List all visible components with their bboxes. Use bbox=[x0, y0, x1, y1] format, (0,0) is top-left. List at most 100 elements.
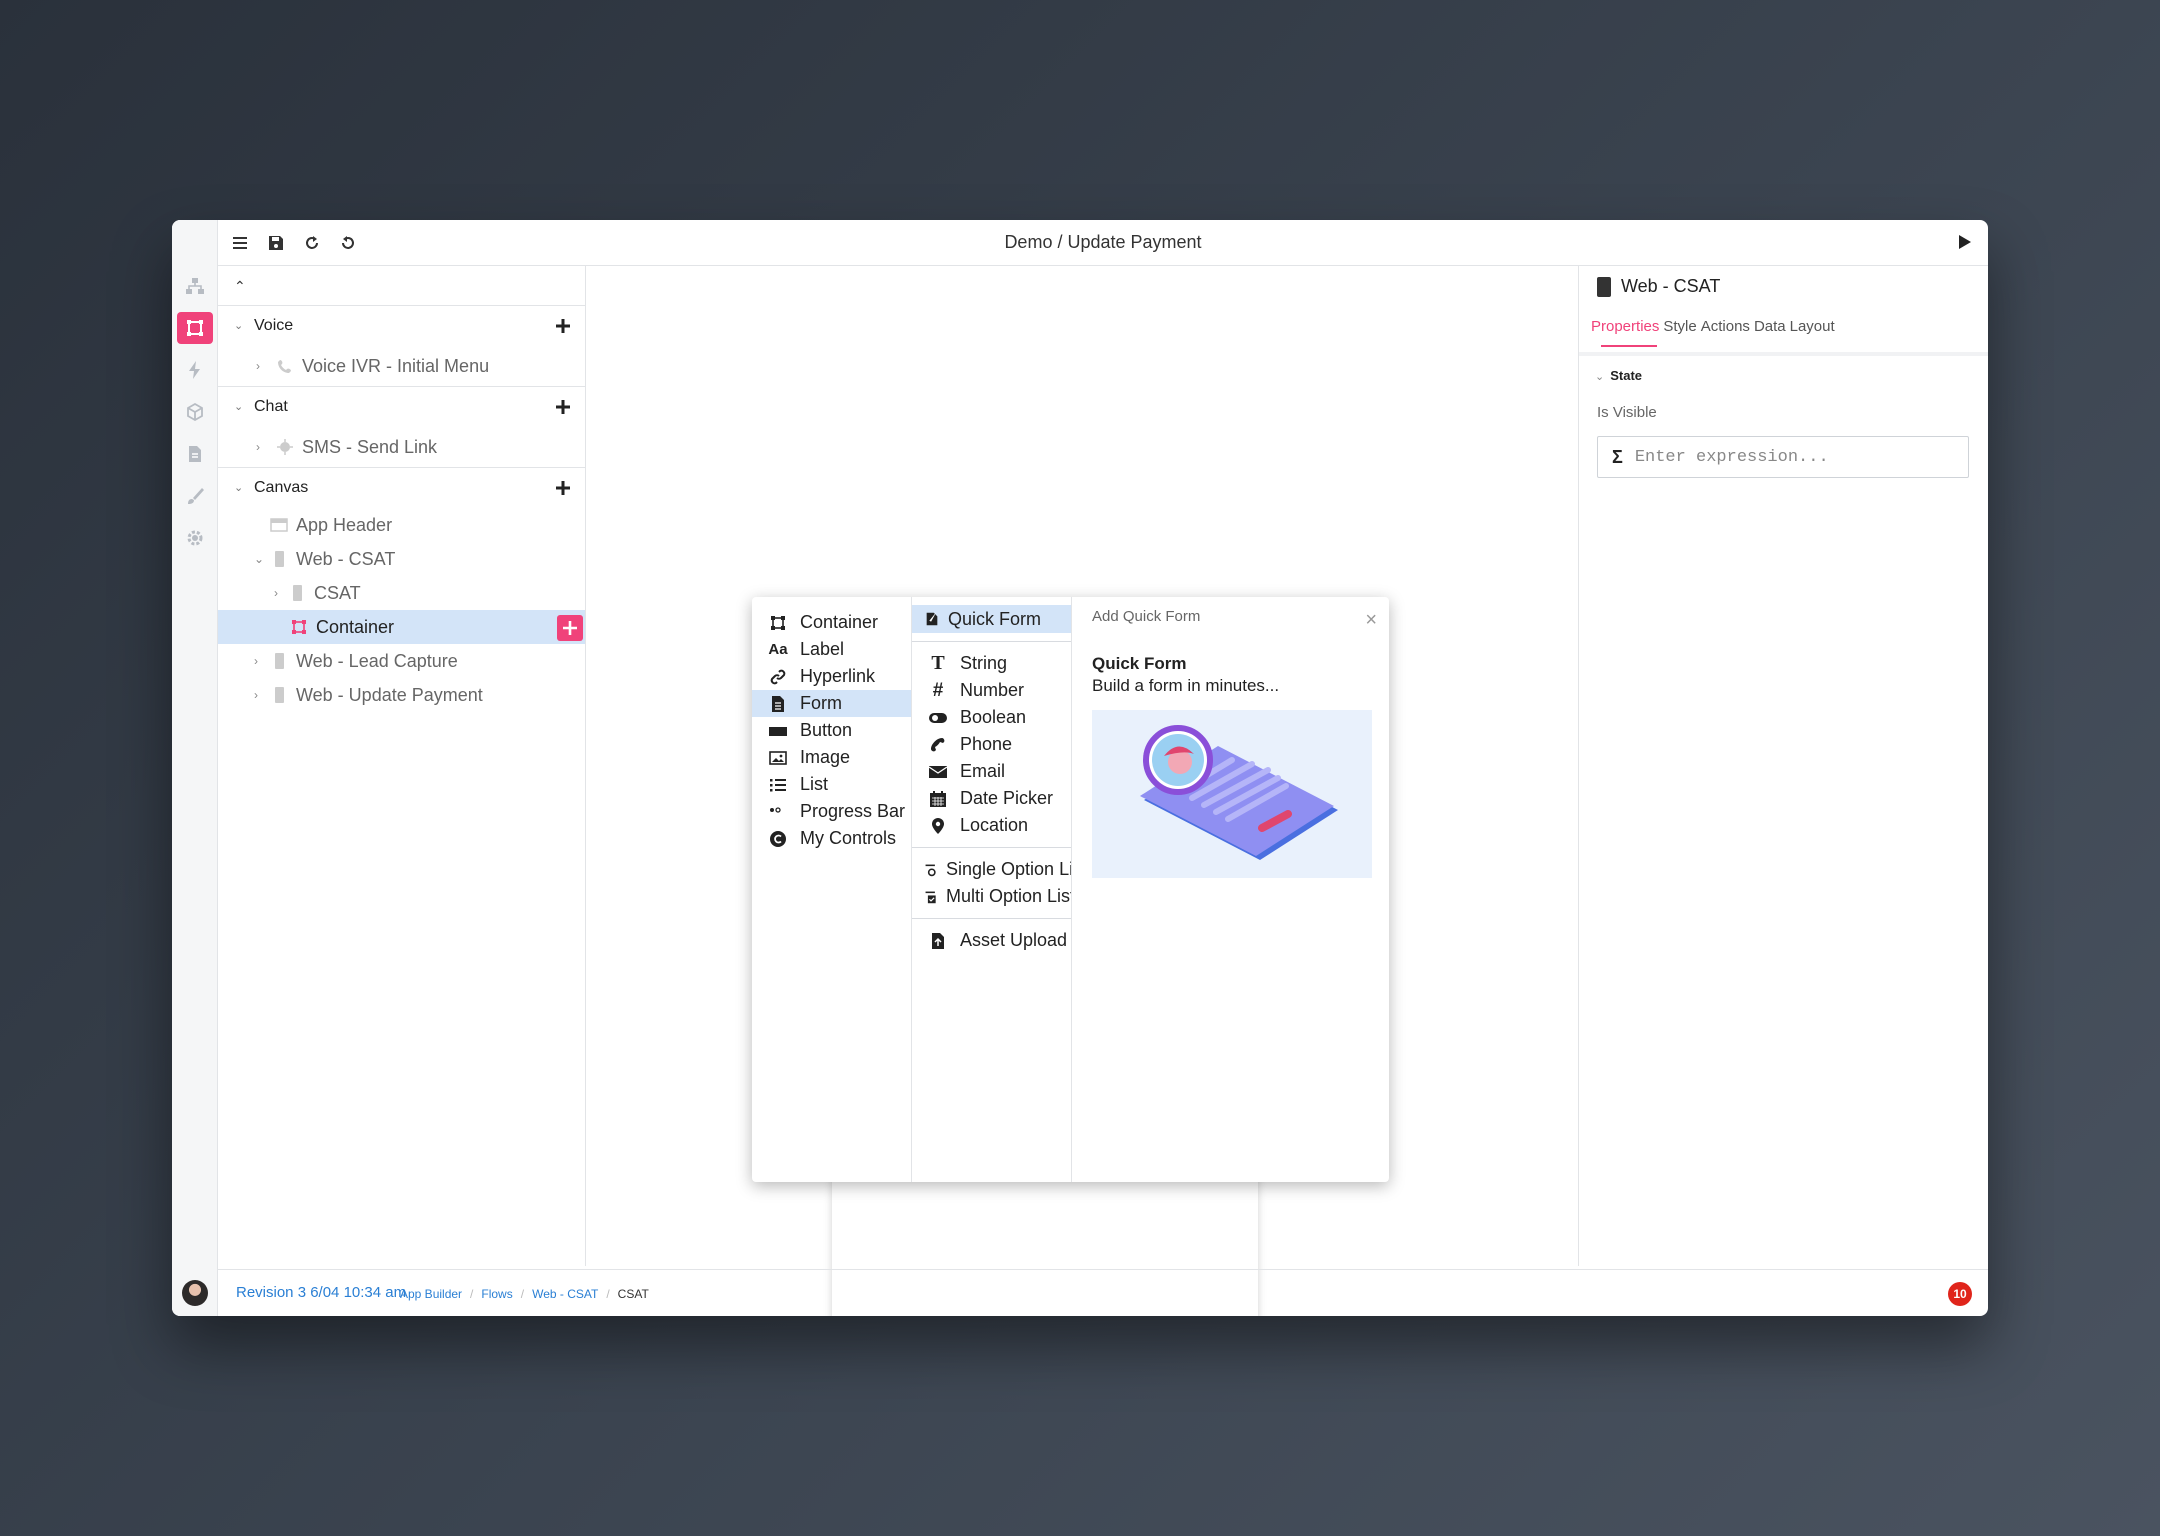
divider bbox=[912, 918, 1071, 919]
tree-item[interactable]: App Header bbox=[218, 508, 585, 542]
play-icon[interactable] bbox=[1954, 232, 1974, 252]
phone-icon bbox=[928, 735, 948, 755]
tree-item[interactable]: › Web - Lead Capture bbox=[218, 644, 585, 678]
tab-style[interactable]: Style bbox=[1663, 318, 1700, 335]
add-child-button[interactable] bbox=[557, 615, 583, 641]
divider bbox=[1579, 352, 1988, 356]
state-section[interactable]: ⌄ State bbox=[1595, 368, 1642, 383]
detail-description: Build a form in minutes... bbox=[1092, 676, 1280, 695]
control-item[interactable]: Button bbox=[752, 717, 911, 744]
sitemap-icon[interactable] bbox=[177, 270, 213, 302]
form-field-item[interactable]: Multi Option List bbox=[912, 883, 1071, 910]
control-item[interactable]: Aa Label bbox=[752, 636, 911, 663]
form-icon bbox=[768, 694, 788, 714]
brush-icon[interactable] bbox=[177, 480, 213, 512]
quick-form-icon bbox=[924, 609, 940, 629]
list-icon bbox=[768, 775, 788, 795]
avatar[interactable] bbox=[182, 1280, 208, 1306]
control-list: Container Aa Label Hyperlink Form Button… bbox=[752, 597, 912, 1182]
add-icon[interactable] bbox=[551, 476, 575, 500]
add-icon[interactable] bbox=[551, 395, 575, 419]
quick-form-item[interactable]: Quick Form bbox=[912, 605, 1071, 633]
container-icon bbox=[290, 618, 308, 636]
form-field-item[interactable]: Location bbox=[912, 812, 1071, 839]
mobile-icon bbox=[270, 550, 288, 568]
control-item[interactable]: List bbox=[752, 771, 911, 798]
add-control-popup: Container Aa Label Hyperlink Form Button… bbox=[752, 597, 1389, 1182]
tree-item[interactable]: › Voice IVR - Initial Menu bbox=[218, 346, 585, 386]
tab-properties[interactable]: Properties bbox=[1591, 318, 1663, 347]
multi-option-icon bbox=[924, 887, 938, 907]
collapse-icon[interactable]: ⌃ bbox=[234, 278, 246, 295]
tree-panel: ⌃ ⌄ Voice › Voice IVR - Initial Menu ⌄ C… bbox=[218, 266, 586, 1266]
single-option-icon bbox=[924, 860, 938, 880]
form-field-item[interactable]: # Number bbox=[912, 677, 1071, 704]
tab-actions[interactable]: Actions bbox=[1701, 318, 1754, 335]
section-canvas: ⌄ Canvas App Header ⌄ Web - CSAT › CSAT … bbox=[218, 468, 585, 712]
breadcrumb-separator: / bbox=[606, 1287, 610, 1301]
chevron-right-icon: › bbox=[254, 688, 258, 702]
control-item[interactable]: Progress Bar bbox=[752, 798, 911, 825]
control-item[interactable]: Image bbox=[752, 744, 911, 771]
toggle-icon bbox=[928, 708, 948, 728]
document-icon[interactable] bbox=[177, 438, 213, 470]
calendar-icon bbox=[928, 789, 948, 809]
chevron-down-icon: ⌄ bbox=[254, 552, 265, 566]
chevron-right-icon: › bbox=[274, 586, 278, 600]
top-bar: Demo / Update Payment bbox=[218, 220, 1988, 266]
expression-placeholder: Enter expression... bbox=[1634, 447, 1829, 467]
breadcrumb-item[interactable]: App Builder bbox=[400, 1287, 462, 1301]
detail-title: Quick Form bbox=[1092, 654, 1187, 673]
phone-icon bbox=[276, 357, 294, 375]
form-field-item[interactable]: Boolean bbox=[912, 704, 1071, 731]
tree-item[interactable]: › CSAT bbox=[218, 576, 585, 610]
breadcrumb: App Builder / Flows / Web - CSAT / CSAT bbox=[400, 1287, 649, 1301]
expression-input[interactable]: Σ Enter expression... bbox=[1597, 436, 1969, 478]
mobile-icon bbox=[270, 686, 288, 704]
container-icon[interactable] bbox=[177, 312, 213, 344]
sigma-icon: Σ bbox=[1612, 446, 1623, 467]
section-voice: ⌄ Voice › Voice IVR - Initial Menu bbox=[218, 306, 585, 387]
breadcrumb-item[interactable]: Web - CSAT bbox=[532, 1287, 598, 1301]
form-field-item[interactable]: Date Picker bbox=[912, 785, 1071, 812]
tab-layout[interactable]: Layout bbox=[1790, 318, 1839, 335]
chevron-right-icon: › bbox=[254, 654, 258, 668]
tree-item[interactable]: › SMS - Send Link bbox=[218, 427, 585, 467]
tree-item[interactable]: ⌄ Web - CSAT bbox=[218, 542, 585, 576]
quick-form-illustration bbox=[1092, 710, 1372, 878]
control-item[interactable]: Hyperlink bbox=[752, 663, 911, 690]
section-title[interactable]: ⌄ Voice bbox=[218, 306, 585, 346]
notification-badge[interactable]: 10 bbox=[1948, 1282, 1972, 1306]
form-field-item[interactable]: T String bbox=[912, 650, 1071, 677]
revision-link[interactable]: Revision 3 6/04 10:34 am bbox=[236, 1284, 406, 1301]
properties-title: Web - CSAT bbox=[1597, 276, 1720, 297]
bolt-icon[interactable] bbox=[177, 354, 213, 386]
button-icon bbox=[768, 721, 788, 741]
tree-item[interactable]: › Web - Update Payment bbox=[218, 678, 585, 712]
field-label: Is Visible bbox=[1597, 404, 1657, 421]
control-item-selected[interactable]: Form bbox=[752, 690, 911, 717]
section-title[interactable]: ⌄ Canvas bbox=[218, 468, 585, 508]
tab-data[interactable]: Data bbox=[1754, 318, 1790, 335]
sms-icon bbox=[276, 438, 294, 456]
label-icon: Aa bbox=[768, 641, 788, 658]
app-window: Demo / Update Payment ⌃ ⌄ Voice › Voice … bbox=[172, 220, 1988, 1316]
tree-item-selected[interactable]: Container bbox=[218, 610, 585, 644]
form-field-item[interactable]: Asset Upload bbox=[912, 927, 1071, 954]
add-icon[interactable] bbox=[551, 314, 575, 338]
form-field-item[interactable]: Email bbox=[912, 758, 1071, 785]
chevron-down-icon: ⌄ bbox=[234, 320, 244, 332]
breadcrumb-item[interactable]: Flows bbox=[481, 1287, 512, 1301]
form-field-item[interactable]: Phone bbox=[912, 731, 1071, 758]
form-field-item[interactable]: Single Option List bbox=[912, 856, 1071, 883]
cube-icon[interactable] bbox=[177, 396, 213, 428]
breadcrumb-separator: / bbox=[520, 1287, 525, 1301]
section-title[interactable]: ⌄ Chat bbox=[218, 387, 585, 427]
detail-header: Add Quick Form bbox=[1092, 608, 1201, 625]
copyright-icon bbox=[768, 829, 788, 849]
chevron-down-icon: ⌄ bbox=[1595, 371, 1605, 383]
control-item[interactable]: My Controls bbox=[752, 825, 911, 852]
control-item[interactable]: Container bbox=[752, 609, 911, 636]
close-icon[interactable]: × bbox=[1365, 609, 1377, 632]
gear-icon[interactable] bbox=[177, 522, 213, 554]
